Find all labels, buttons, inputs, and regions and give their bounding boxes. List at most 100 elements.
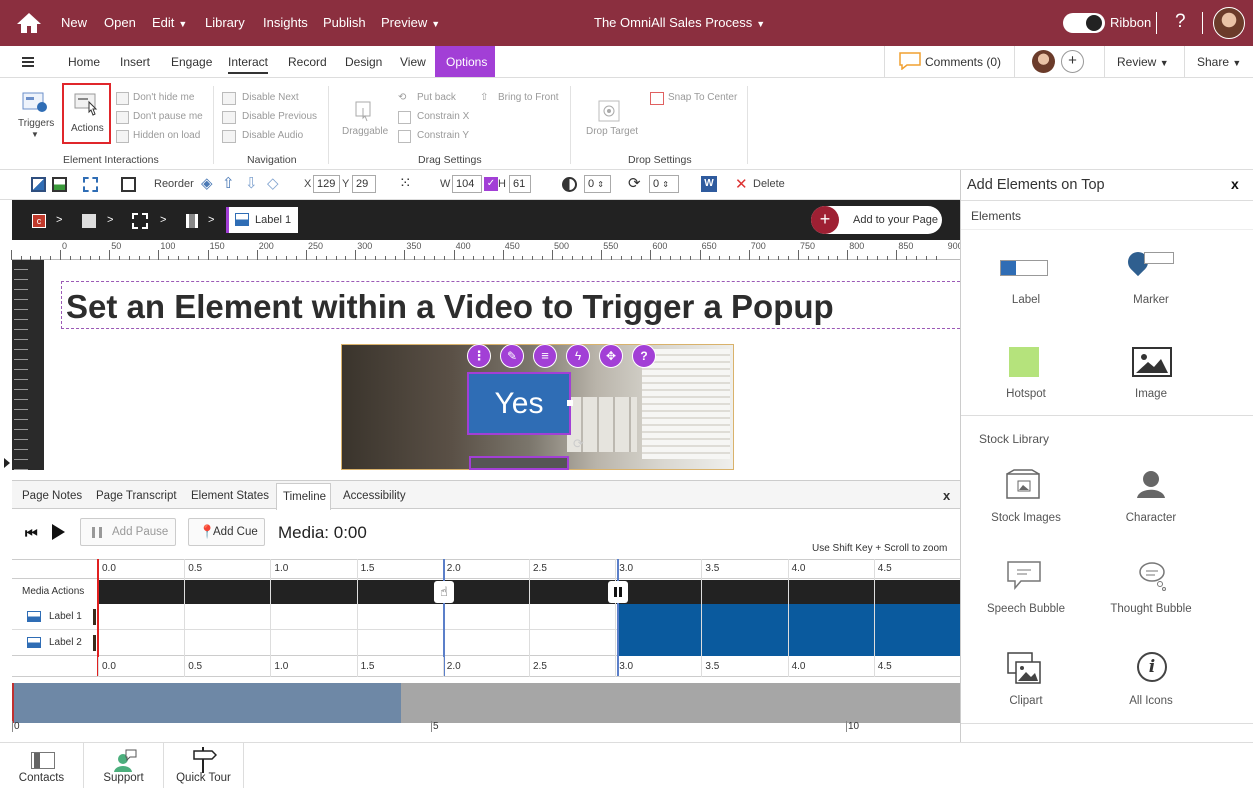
hotspot-element-button[interactable]: Hotspot: [961, 338, 1091, 413]
add-cue-button[interactable]: 📍 Add Cue: [188, 518, 265, 546]
triggers-button[interactable]: Triggers ▼: [14, 86, 56, 150]
more-options-icon[interactable]: ⋮: [467, 344, 491, 368]
avatar[interactable]: [1032, 50, 1055, 73]
menu-new[interactable]: New: [61, 15, 87, 30]
fill-color-icon[interactable]: [31, 177, 46, 192]
disable-next-option[interactable]: Disable Next: [222, 92, 322, 106]
snap-to-center-option[interactable]: Snap To Center: [650, 92, 740, 106]
marker-element-button[interactable]: Marker: [1086, 242, 1216, 322]
avatar[interactable]: [1213, 7, 1245, 39]
ribbon-toggle[interactable]: [1063, 13, 1105, 33]
help-icon[interactable]: ?: [632, 344, 656, 368]
yes-label-element[interactable]: Yes: [467, 372, 571, 435]
tab-element-states[interactable]: Element States: [191, 490, 269, 502]
close-icon[interactable]: x: [943, 488, 950, 503]
collapse-arrow-icon[interactable]: [4, 458, 10, 468]
add-pause-button[interactable]: Add Pause: [80, 518, 176, 546]
tab-design[interactable]: Design: [345, 55, 382, 69]
menu-library[interactable]: Library: [205, 15, 245, 30]
grid-icon[interactable]: ⁙: [399, 174, 412, 192]
add-collaborator-button[interactable]: +: [1061, 50, 1084, 73]
heading-element[interactable]: Set an Element within a Video to Trigger…: [61, 281, 960, 329]
dont-hide-option[interactable]: Don't hide me: [116, 92, 206, 106]
help-icon[interactable]: ?: [1175, 11, 1186, 33]
tab-home[interactable]: Home: [68, 55, 100, 69]
media-scrubber[interactable]: [12, 683, 960, 723]
speech-bubble-button[interactable]: Speech Bubble: [961, 557, 1091, 627]
page-icon[interactable]: [82, 214, 96, 228]
media-icon[interactable]: [132, 213, 148, 229]
delete-icon[interactable]: ✕: [735, 175, 748, 193]
drop-target-button[interactable]: Drop Target: [580, 92, 640, 142]
tab-page-notes[interactable]: Page Notes: [22, 490, 82, 502]
rotation-input[interactable]: 0 ⇕: [649, 175, 679, 193]
label-below-element[interactable]: [469, 456, 569, 470]
rotate-handle-icon[interactable]: ⟳: [573, 436, 584, 452]
support-button[interactable]: Support: [84, 743, 164, 788]
draggable-button[interactable]: Draggable: [338, 92, 390, 142]
tab-engage[interactable]: Engage: [171, 55, 212, 69]
review-menu[interactable]: Review ▼: [1104, 46, 1184, 77]
skip-to-start-icon[interactable]: ⏮: [25, 525, 38, 542]
thought-bubble-button[interactable]: Thought Bubble: [1086, 557, 1216, 627]
quick-tour-button[interactable]: Quick Tour: [164, 743, 244, 788]
move-icon[interactable]: ✥: [599, 344, 623, 368]
delete-label[interactable]: Delete: [753, 178, 785, 190]
width-input[interactable]: 104: [452, 175, 482, 193]
menu-edit[interactable]: Edit ▼: [152, 15, 187, 30]
lock-ratio-checkbox[interactable]: ✓: [484, 177, 498, 191]
settings-sliders-icon[interactable]: ≡: [533, 344, 557, 368]
breadcrumb-current[interactable]: Label 1: [226, 207, 298, 233]
menu-open[interactable]: Open: [104, 15, 136, 30]
border-icon[interactable]: [83, 177, 98, 192]
tab-insert[interactable]: Insert: [120, 55, 150, 69]
row-label-2[interactable]: Label 2: [22, 635, 96, 651]
tab-page-transcript[interactable]: Page Transcript: [96, 490, 177, 502]
bring-to-front-icon[interactable]: ⇧: [222, 174, 235, 192]
lightning-icon[interactable]: ϟ: [566, 344, 590, 368]
tab-options[interactable]: Options: [435, 46, 495, 77]
character-button[interactable]: Character: [1086, 465, 1216, 535]
menu-insights[interactable]: Insights: [263, 15, 308, 30]
course-icon[interactable]: c: [32, 214, 46, 228]
tab-accessibility[interactable]: Accessibility: [343, 490, 406, 502]
opacity-input[interactable]: 0 ⇕: [584, 175, 611, 193]
tab-record[interactable]: Record: [288, 55, 327, 69]
hamburger-icon[interactable]: [22, 57, 34, 67]
tab-timeline[interactable]: Timeline: [276, 483, 331, 510]
constrain-x-option[interactable]: Constrain X: [398, 111, 478, 125]
constrain-y-option[interactable]: Constrain Y: [398, 130, 478, 144]
video-icon[interactable]: [186, 214, 198, 228]
pause-marker-icon[interactable]: [608, 581, 628, 603]
dont-pause-option[interactable]: Don't pause me: [116, 111, 206, 125]
height-input[interactable]: 61: [509, 175, 531, 193]
x-input[interactable]: 129: [313, 175, 340, 193]
send-backward-icon[interactable]: ⇩: [245, 174, 258, 192]
contacts-button[interactable]: Contacts: [0, 743, 84, 788]
bring-to-front-option[interactable]: ⇧ Bring to Front: [480, 92, 570, 106]
y-input[interactable]: 29: [352, 175, 376, 193]
close-icon[interactable]: x: [1231, 176, 1239, 192]
edit-style-icon[interactable]: [121, 177, 136, 192]
resize-handle[interactable]: [567, 400, 573, 406]
course-title[interactable]: The OmniAll Sales Process ▼: [594, 15, 765, 30]
comments-button[interactable]: Comments (0): [884, 46, 1014, 77]
tab-interact[interactable]: Interact: [228, 55, 269, 74]
all-icons-button[interactable]: i All Icons: [1086, 648, 1216, 718]
send-to-back-icon[interactable]: ◇: [267, 174, 279, 192]
menu-preview[interactable]: Preview ▼: [381, 15, 440, 30]
clipart-button[interactable]: Clipart: [961, 648, 1091, 718]
row-label-1[interactable]: Label 1: [22, 609, 96, 625]
actions-button[interactable]: Actions: [62, 83, 111, 144]
label-element-button[interactable]: Label: [961, 242, 1091, 322]
share-menu[interactable]: Share ▼: [1184, 46, 1253, 77]
image-element-button[interactable]: Image: [1086, 338, 1216, 413]
bring-forward-icon[interactable]: ◈: [201, 174, 213, 192]
hidden-on-load-option[interactable]: Hidden on load: [116, 130, 206, 144]
play-icon[interactable]: [52, 524, 65, 540]
word-export-icon[interactable]: W: [701, 176, 717, 192]
put-back-option[interactable]: ⟲ Put back: [398, 92, 468, 106]
tab-view[interactable]: View: [400, 55, 426, 69]
home-icon[interactable]: [16, 12, 42, 34]
disable-previous-option[interactable]: Disable Previous: [222, 111, 322, 125]
